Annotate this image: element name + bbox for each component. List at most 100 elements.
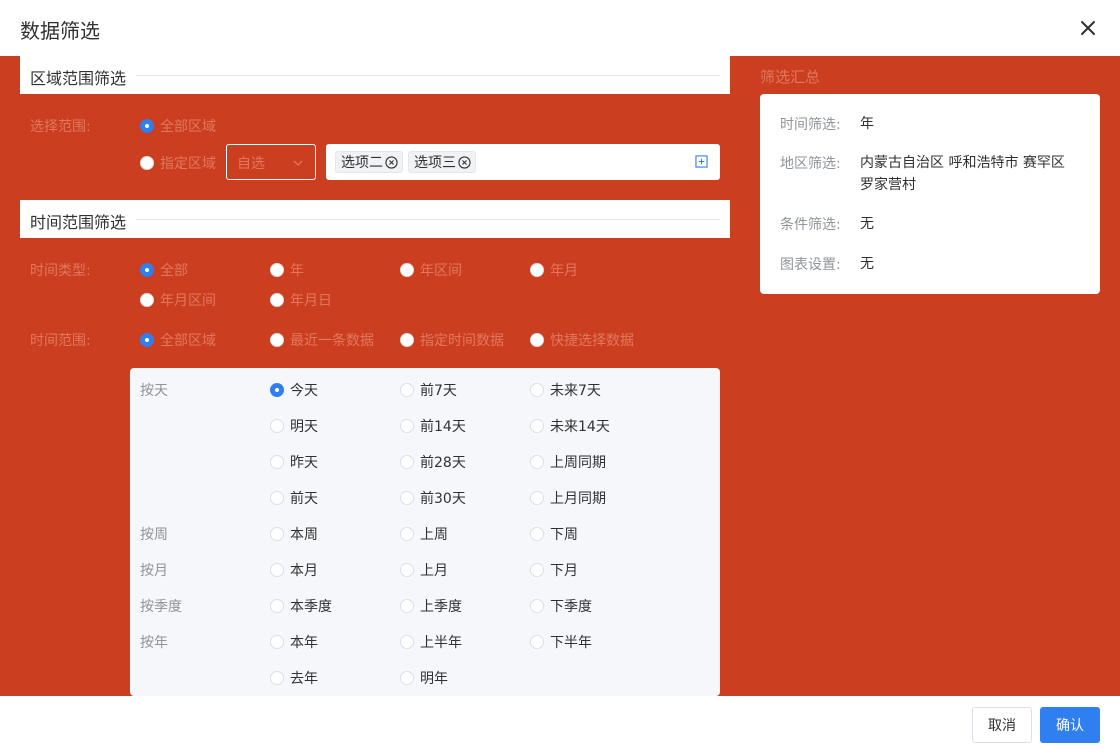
dialog-header: 数据筛选 [0, 0, 1120, 56]
quick-option[interactable]: 前14天 [400, 416, 466, 436]
quick-option[interactable]: 昨天 [270, 452, 318, 472]
radio-range-quick[interactable]: 快捷选择数据 [530, 330, 634, 350]
region-select[interactable]: 自选 [226, 144, 316, 180]
quick-option[interactable]: 上季度 [400, 596, 462, 616]
radio-dot [400, 383, 414, 397]
radio-label: 年月区间 [160, 293, 216, 309]
radio-label: 下季度 [550, 599, 592, 615]
cancel-button[interactable]: 取消 [972, 707, 1032, 743]
radio-label: 指定时间数据 [420, 333, 504, 349]
quick-option[interactable]: 上周同期 [530, 452, 606, 472]
quick-option[interactable]: 上月 [400, 560, 448, 580]
radio-type-date[interactable]: 年月日 [270, 290, 332, 310]
summary-value-chart: 无 [860, 256, 874, 272]
radio-dot [400, 263, 414, 277]
radio-label: 下月 [550, 563, 578, 579]
quick-option[interactable]: 本月 [270, 560, 318, 580]
quick-option[interactable]: 去年 [270, 668, 318, 688]
radio-type-year[interactable]: 年 [270, 260, 304, 280]
quick-option[interactable]: 明天 [270, 416, 318, 436]
quick-option[interactable]: 前28天 [400, 452, 466, 472]
radio-label: 本月 [290, 563, 318, 579]
radio-label: 上月 [420, 563, 448, 579]
quick-option[interactable]: 未来7天 [530, 380, 601, 400]
quick-option[interactable]: 下月 [530, 560, 578, 580]
quick-option[interactable]: 上周 [400, 524, 448, 544]
summary-card: 时间筛选: 年 地区筛选: 内蒙古自治区 呼和浩特市 赛罕区 罗家营村 条件筛选… [760, 94, 1100, 294]
radio-dot [270, 563, 284, 577]
radio-label: 全部 [160, 263, 188, 279]
region-section-header: 区域范围筛选 [20, 56, 730, 94]
quick-option[interactable]: 本周 [270, 524, 318, 544]
radio-range-specified[interactable]: 指定时间数据 [400, 330, 504, 350]
group-label-month: 按月 [140, 563, 168, 579]
close-circle-icon[interactable] [458, 155, 471, 169]
quick-option[interactable]: 前天 [270, 488, 318, 508]
radio-label: 上周同期 [550, 455, 606, 471]
group-label-week: 按周 [140, 527, 168, 543]
radio-label: 指定区域 [160, 156, 216, 172]
quick-option[interactable]: 上月同期 [530, 488, 606, 508]
radio-label: 本年 [290, 635, 318, 651]
radio-dot [530, 635, 544, 649]
close-circle-icon[interactable] [385, 155, 398, 169]
tag-label: 选项三 [414, 155, 456, 171]
quick-option[interactable]: 明年 [400, 668, 448, 688]
radio-label: 快捷选择数据 [550, 333, 634, 349]
radio-label: 上周 [420, 527, 448, 543]
quick-option[interactable]: 前30天 [400, 488, 466, 508]
divider [136, 219, 720, 220]
radio-dot [400, 333, 414, 347]
quick-option[interactable]: 下周 [530, 524, 578, 544]
close-icon[interactable] [1076, 16, 1100, 40]
radio-dot [270, 293, 284, 307]
summary-title: 筛选汇总 [760, 68, 821, 86]
quick-option[interactable]: 本年 [270, 632, 318, 652]
radio-dot [270, 491, 284, 505]
radio-dot [530, 333, 544, 347]
plus-square-icon[interactable] [695, 155, 708, 168]
scope-label: 选择范围: [30, 119, 91, 135]
region-section-title: 区域范围筛选 [30, 69, 127, 88]
quick-option[interactable]: 未来14天 [530, 416, 610, 436]
radio-dot [140, 119, 154, 133]
summary-label-chart: 图表设置: [780, 257, 841, 273]
quick-option[interactable]: 前7天 [400, 380, 457, 400]
summary-value-condition: 无 [860, 216, 874, 232]
radio-dot [400, 563, 414, 577]
radio-range-latest[interactable]: 最近一条数据 [270, 330, 374, 350]
radio-dot [530, 491, 544, 505]
radio-label: 上月同期 [550, 491, 606, 507]
radio-dot [400, 671, 414, 685]
radio-region-all[interactable]: 全部区域 [140, 116, 216, 136]
quick-option[interactable]: 下季度 [530, 596, 592, 616]
quick-option[interactable]: 今天 [270, 380, 318, 400]
radio-dot [400, 491, 414, 505]
radio-label: 前30天 [420, 491, 466, 507]
quick-option[interactable]: 本季度 [270, 596, 332, 616]
region-tags-input[interactable]: 选项二 选项三 [326, 144, 720, 180]
radio-type-year-range[interactable]: 年区间 [400, 260, 462, 280]
quick-option[interactable]: 下半年 [530, 632, 592, 652]
quick-option[interactable]: 上半年 [400, 632, 462, 652]
radio-type-year-month[interactable]: 年月 [530, 260, 578, 280]
radio-label: 上半年 [420, 635, 462, 651]
radio-label: 最近一条数据 [290, 333, 374, 349]
summary-label-region: 地区筛选: [780, 156, 841, 172]
radio-type-all[interactable]: 全部 [140, 260, 188, 280]
radio-type-year-month-range[interactable]: 年月区间 [140, 290, 216, 310]
dialog-title: 数据筛选 [20, 19, 100, 43]
radio-range-all[interactable]: 全部区域 [140, 330, 216, 350]
radio-label: 未来7天 [550, 383, 601, 399]
radio-dot [270, 383, 284, 397]
confirm-button[interactable]: 确认 [1040, 707, 1100, 743]
radio-label: 本周 [290, 527, 318, 543]
divider [136, 75, 720, 76]
radio-label: 下周 [550, 527, 578, 543]
radio-dot [140, 263, 154, 277]
radio-region-specified[interactable]: 指定区域 [140, 153, 216, 173]
time-type-label: 时间类型: [30, 263, 91, 279]
summary-value-time: 年 [860, 116, 874, 132]
radio-label: 年月日 [290, 293, 332, 309]
radio-dot [140, 293, 154, 307]
